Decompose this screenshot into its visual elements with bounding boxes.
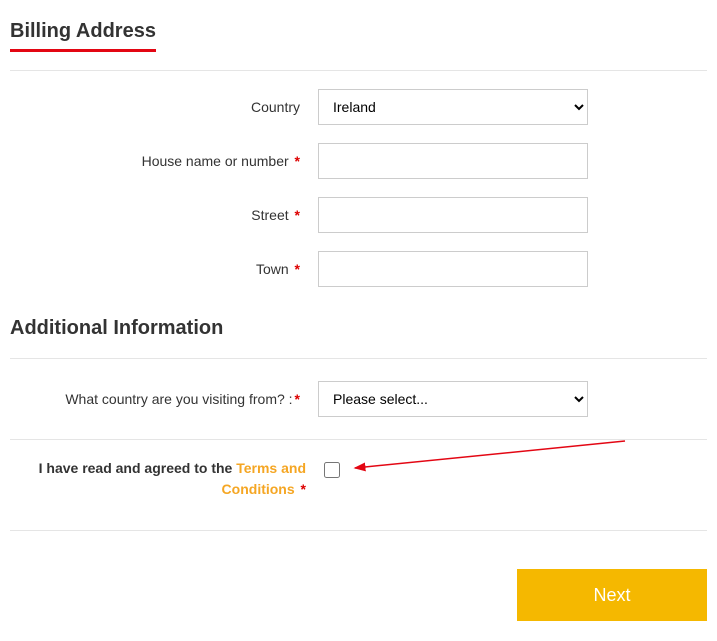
house-row: House name or number *: [10, 143, 707, 179]
street-label: Street *: [10, 207, 306, 223]
visiting-control-wrap: Please select...: [306, 381, 588, 417]
house-label-text: House name or number: [142, 153, 289, 169]
country-label-text: Country: [251, 99, 300, 115]
terms-row: I have read and agreed to the Terms and …: [10, 439, 707, 531]
country-label: Country: [10, 99, 306, 115]
terms-checkbox[interactable]: [324, 462, 340, 478]
street-control-wrap: [306, 197, 588, 233]
visiting-label-text: What country are you visiting from? :: [65, 391, 292, 407]
terms-label: I have read and agreed to the Terms and …: [10, 458, 306, 500]
visiting-row: What country are you visiting from? :* P…: [10, 358, 707, 439]
country-select[interactable]: Ireland: [318, 89, 588, 125]
house-control-wrap: [306, 143, 588, 179]
billing-address-section: Billing Address Country Ireland House na…: [10, 20, 707, 287]
country-control-wrap: Ireland: [306, 89, 588, 125]
town-label: Town *: [10, 261, 306, 277]
additional-section: Additional Information What country are …: [10, 317, 707, 531]
house-label: House name or number *: [10, 153, 306, 169]
street-row: Street *: [10, 197, 707, 233]
town-input[interactable]: [318, 251, 588, 287]
house-input[interactable]: [318, 143, 588, 179]
divider: [10, 70, 707, 71]
required-mark: *: [295, 391, 300, 407]
street-input[interactable]: [318, 197, 588, 233]
additional-title: Additional Information: [10, 317, 707, 348]
town-label-text: Town: [256, 261, 289, 277]
town-row: Town *: [10, 251, 707, 287]
button-row: Next: [10, 569, 707, 621]
visiting-select[interactable]: Please select...: [318, 381, 588, 417]
terms-prefix: I have read and agreed to the: [39, 460, 237, 476]
billing-address-title: Billing Address: [10, 20, 156, 52]
required-mark: *: [295, 261, 300, 277]
town-control-wrap: [306, 251, 588, 287]
terms-checkbox-wrap: [306, 458, 340, 483]
street-label-text: Street: [251, 207, 288, 223]
visiting-label: What country are you visiting from? :*: [10, 391, 306, 407]
required-mark: *: [295, 153, 300, 169]
country-row: Country Ireland: [10, 89, 707, 125]
required-mark: *: [301, 481, 306, 497]
next-button[interactable]: Next: [517, 569, 707, 621]
annotation-arrow-icon: [350, 440, 630, 480]
required-mark: *: [295, 207, 300, 223]
